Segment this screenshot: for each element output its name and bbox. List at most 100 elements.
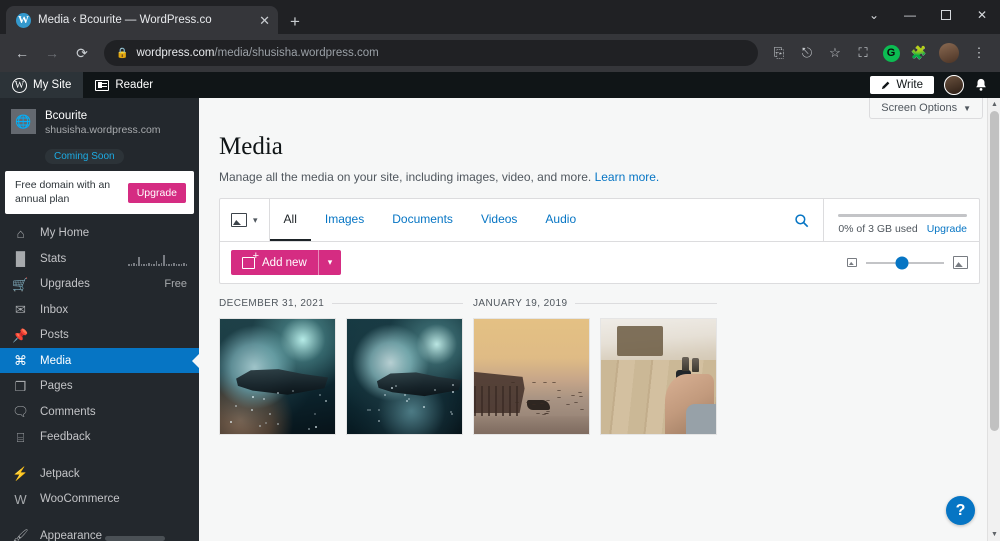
back-icon[interactable]: ←: [8, 39, 36, 67]
avatar[interactable]: [944, 75, 964, 95]
add-new-dropdown-toggle[interactable]: ▾: [318, 250, 342, 275]
domain-upsell-banner: Free domain with an annual plan Upgrade: [5, 171, 194, 214]
media-thumbnail-spaceship-planet-2[interactable]: [346, 318, 463, 435]
sidebar-item-label: Posts: [40, 329, 69, 341]
slider-thumb[interactable]: [896, 256, 909, 269]
small-thumbs-icon[interactable]: [847, 258, 857, 267]
sidebar-item-posts[interactable]: 📌 Posts: [0, 322, 199, 348]
storage-meter: 0% of 3 GB used Upgrade: [823, 199, 979, 241]
status-badge[interactable]: Coming Soon: [45, 149, 124, 164]
masterbar-my-site[interactable]: W My Site: [0, 72, 83, 98]
star-speck: [308, 428, 310, 430]
share-icon[interactable]: ⎋: [794, 40, 820, 66]
new-tab-button[interactable]: +: [290, 13, 300, 30]
sidebar-item-label: Upgrades: [40, 278, 90, 290]
extensions-puzzle-icon[interactable]: 🧩: [906, 40, 932, 66]
sidebar-item-feedback[interactable]: ⌸ Feedback: [0, 424, 199, 450]
scroll-up-icon[interactable]: ▲: [988, 98, 1000, 111]
sidebar-item-upgrades[interactable]: 🛒 Upgrades Free: [0, 271, 199, 297]
scrollbar-thumb[interactable]: [990, 111, 999, 431]
star-speck: [451, 413, 453, 415]
storage-row: 0% of 3 GB used Upgrade: [838, 223, 967, 235]
media-thumbnail-sepia-pier-sunset[interactable]: [473, 318, 590, 435]
sidebar-item-label: Inbox: [40, 304, 68, 316]
shaker-shape: [682, 357, 689, 371]
spaceship-shape: [377, 371, 462, 399]
media-filter-tab-images[interactable]: Images: [311, 199, 378, 241]
scroll-down-icon[interactable]: ▼: [988, 528, 1000, 541]
bell-icon[interactable]: [974, 78, 988, 92]
sidebar-item-appearance[interactable]: 🖌 Appearance: [0, 523, 199, 541]
storage-bar: [838, 214, 967, 217]
sidebar-item-media[interactable]: ⌘ Media: [0, 348, 199, 374]
sidebar-item-pages[interactable]: ❐ Pages: [0, 373, 199, 399]
maximize-icon[interactable]: [928, 0, 964, 30]
media-thumbnail-spaceship-planet-1[interactable]: [219, 318, 336, 435]
install-icon[interactable]: ⎘: [766, 40, 792, 66]
star-speck: [408, 398, 410, 400]
add-new-button[interactable]: Add new ▾: [231, 250, 341, 275]
masterbar-reader[interactable]: Reader: [83, 72, 165, 98]
sidebar-item-comments[interactable]: 🗨 Comments: [0, 399, 199, 425]
bird-silhouette: [557, 390, 561, 392]
sidebar-item-inbox[interactable]: ✉ Inbox: [0, 297, 199, 323]
capture-icon[interactable]: ⛶: [850, 40, 876, 66]
star-speck: [404, 394, 406, 396]
media-filter-tab-videos[interactable]: Videos: [467, 199, 531, 241]
bar-chart-icon: █: [12, 252, 29, 265]
storage-upgrade-link[interactable]: Upgrade: [927, 223, 967, 235]
bird-silhouette: [557, 397, 561, 399]
star-speck: [292, 390, 294, 392]
feedback-icon: ⌸: [12, 431, 29, 444]
write-button-label: Write: [896, 79, 923, 91]
domain-upgrade-button[interactable]: Upgrade: [128, 183, 186, 203]
add-new-main[interactable]: Add new: [231, 250, 318, 275]
chevron-down-icon[interactable]: ⌄: [856, 0, 892, 30]
reload-icon[interactable]: ⟳: [68, 39, 96, 67]
media-action-bar: Add new ▾: [220, 241, 979, 283]
sidebar-item-label: Appearance: [40, 530, 102, 541]
star-speck: [384, 394, 386, 396]
green-extension-icon[interactable]: G: [878, 40, 904, 66]
media-thumbnail-hand-phone-desk[interactable]: [600, 318, 717, 435]
star-speck: [315, 426, 317, 428]
large-thumbs-icon[interactable]: [953, 256, 968, 269]
close-icon[interactable]: ✕: [259, 14, 270, 27]
slider-track[interactable]: [866, 262, 944, 264]
site-card[interactable]: 🌐 Bcourite shusisha.wordpress.com: [0, 98, 199, 143]
media-type-dropdown[interactable]: ▾: [220, 199, 270, 241]
write-button[interactable]: Write: [870, 76, 934, 94]
help-button[interactable]: ?: [946, 496, 975, 525]
add-media-icon: [242, 257, 255, 269]
chrome-menu-icon[interactable]: ⋮: [966, 40, 992, 66]
chevron-down-icon: ▼: [963, 104, 971, 113]
star-speck: [235, 405, 237, 407]
forward-icon[interactable]: →: [38, 39, 66, 67]
media-filter-tab-all[interactable]: All: [270, 199, 311, 241]
reader-icon: [95, 80, 109, 91]
chevron-down-icon: ▾: [328, 257, 333, 268]
sidebar-item-label: Comments: [40, 406, 96, 418]
bird-silhouette: [526, 402, 530, 404]
bookmark-star-icon[interactable]: ☆: [822, 40, 848, 66]
bird-silhouette: [532, 404, 536, 406]
close-window-icon[interactable]: ✕: [964, 0, 1000, 30]
page-scrollbar[interactable]: ▲ ▼: [987, 98, 1000, 541]
sidebar-item-my-home[interactable]: ⌂ My Home: [0, 220, 199, 246]
media-filter-tab-audio[interactable]: Audio: [531, 199, 590, 241]
address-bar[interactable]: 🔒 wordpress.com/media/shusisha.wordpress…: [104, 40, 758, 66]
screen-options-button[interactable]: Screen Options ▼: [869, 98, 983, 119]
star-speck: [406, 400, 408, 402]
search-icon[interactable]: [780, 199, 823, 241]
sidebar-scrollbar[interactable]: [105, 536, 165, 541]
sidebar-item-woocommerce[interactable]: W WooCommerce: [0, 486, 199, 512]
add-new-label: Add new: [262, 257, 307, 269]
sidebar-item-jetpack[interactable]: ⚡ Jetpack: [0, 461, 199, 487]
media-filter-tab-documents[interactable]: Documents: [378, 199, 467, 241]
browser-tab[interactable]: W Media ‹ Bcourite — WordPress.co ✕: [6, 6, 278, 34]
sidebar-item-stats[interactable]: █ Stats: [0, 246, 199, 272]
minimize-icon[interactable]: —: [892, 0, 928, 30]
media-date-label: DECEMBER 31, 2021: [219, 298, 324, 309]
learn-more-link[interactable]: Learn more.: [595, 170, 660, 184]
profile-avatar[interactable]: [939, 43, 959, 63]
